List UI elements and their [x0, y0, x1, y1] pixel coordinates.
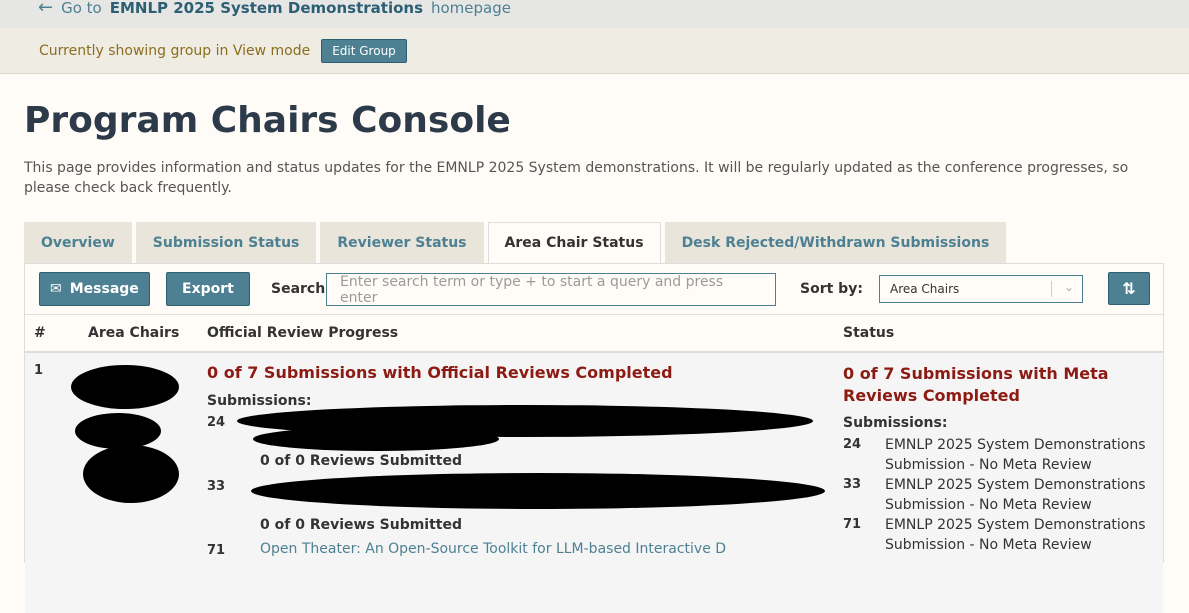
status-submissions-label: Submissions: — [843, 415, 948, 431]
col-status: Status — [843, 325, 895, 341]
export-button[interactable]: Export — [166, 272, 250, 306]
tab-bar: Overview Submission Status Reviewer Stat… — [24, 222, 1007, 264]
tab-desk-rejected-withdrawn[interactable]: Desk Rejected/Withdrawn Submissions — [664, 222, 1007, 264]
mode-text: Currently showing group in View mode — [39, 42, 311, 59]
envelope-icon: ✉ — [50, 281, 62, 297]
sort-icon: ⇅ — [1122, 279, 1136, 298]
tab-submission-status[interactable]: Submission Status — [135, 222, 317, 264]
page-description: This page provides information and statu… — [24, 160, 1129, 196]
redacted-area-chair-name — [75, 413, 161, 449]
back-to-homepage-bar: ← Go to EMNLP 2025 System Demonstrations… — [0, 0, 1189, 28]
submission-number: 33 — [207, 479, 226, 494]
redacted-submission-title — [251, 473, 825, 509]
sort-label: Sort by: — [800, 281, 863, 297]
sort-select[interactable]: Area Chairs ⌄ — [879, 275, 1083, 303]
row-number: 1 — [34, 363, 44, 378]
submission-number: 71 — [207, 543, 226, 558]
back-prefix: Go to — [61, 0, 102, 17]
meta-submission-number: 71 — [843, 517, 862, 532]
venue-name: EMNLP 2025 System Demonstrations — [109, 0, 423, 17]
select-divider — [1051, 281, 1052, 297]
tab-overview[interactable]: Overview — [24, 222, 132, 264]
back-suffix: homepage — [431, 0, 511, 17]
submissions-label: Submissions: — [207, 393, 312, 409]
redacted-area-chair-name — [83, 445, 179, 503]
area-chair-status-panel: ✉ Message Export Search: Enter search te… — [24, 263, 1164, 613]
chevron-down-icon: ⌄ — [1063, 280, 1074, 294]
tab-area-chair-status[interactable]: Area Chair Status — [487, 222, 661, 264]
sort-value: Area Chairs — [890, 282, 960, 296]
mode-bar: Currently showing group in View mode Edi… — [0, 28, 1189, 74]
page-title: Program Chairs Console — [24, 100, 511, 141]
reviews-submitted: 0 of 0 Reviews Submitted — [260, 517, 463, 533]
arrow-left-icon: ← — [38, 0, 54, 18]
meta-review-item: EMNLP 2025 System Demonstrations Submiss… — [885, 437, 1146, 473]
message-button[interactable]: ✉ Message — [39, 272, 150, 306]
meta-review-item: EMNLP 2025 System Demonstrations Submiss… — [885, 517, 1146, 553]
redacted-area-chair-name — [71, 365, 179, 409]
col-number: # — [34, 325, 46, 341]
sort-direction-button[interactable]: ⇅ — [1108, 272, 1150, 305]
col-review-progress: Official Review Progress — [207, 325, 399, 341]
meta-review-item: EMNLP 2025 System Demonstrations Submiss… — [885, 477, 1146, 513]
table-header: # Area Chairs Official Review Progress S… — [25, 315, 1163, 353]
meta-submission-number: 33 — [843, 477, 862, 492]
table-row: 1 0 of 7 Submissions with Official Revie… — [25, 353, 1163, 613]
reviews-submitted: 0 of 0 Reviews Submitted — [260, 453, 463, 469]
tab-reviewer-status[interactable]: Reviewer Status — [320, 222, 484, 264]
search-label: Search: — [271, 281, 331, 297]
redacted-submission-title — [253, 427, 499, 451]
edit-group-button[interactable]: Edit Group — [321, 38, 407, 63]
official-review-progress: 0 of 7 Submissions with Official Reviews… — [207, 363, 673, 382]
meta-submission-number: 24 — [843, 437, 862, 452]
col-area-chairs: Area Chairs — [88, 325, 180, 341]
submission-title-link[interactable]: Open Theater: An Open-Source Toolkit for… — [260, 541, 726, 557]
message-label: Message — [69, 281, 139, 297]
meta-review-status: 0 of 7 Submissions with Meta Reviews Com… — [843, 364, 1109, 405]
search-input[interactable]: Enter search term or type + to start a q… — [326, 273, 776, 306]
back-to-homepage-link[interactable]: ← Go to EMNLP 2025 System Demonstrations… — [38, 0, 511, 18]
submission-number: 24 — [207, 415, 226, 430]
table-toolbar: ✉ Message Export Search: Enter search te… — [25, 264, 1163, 315]
